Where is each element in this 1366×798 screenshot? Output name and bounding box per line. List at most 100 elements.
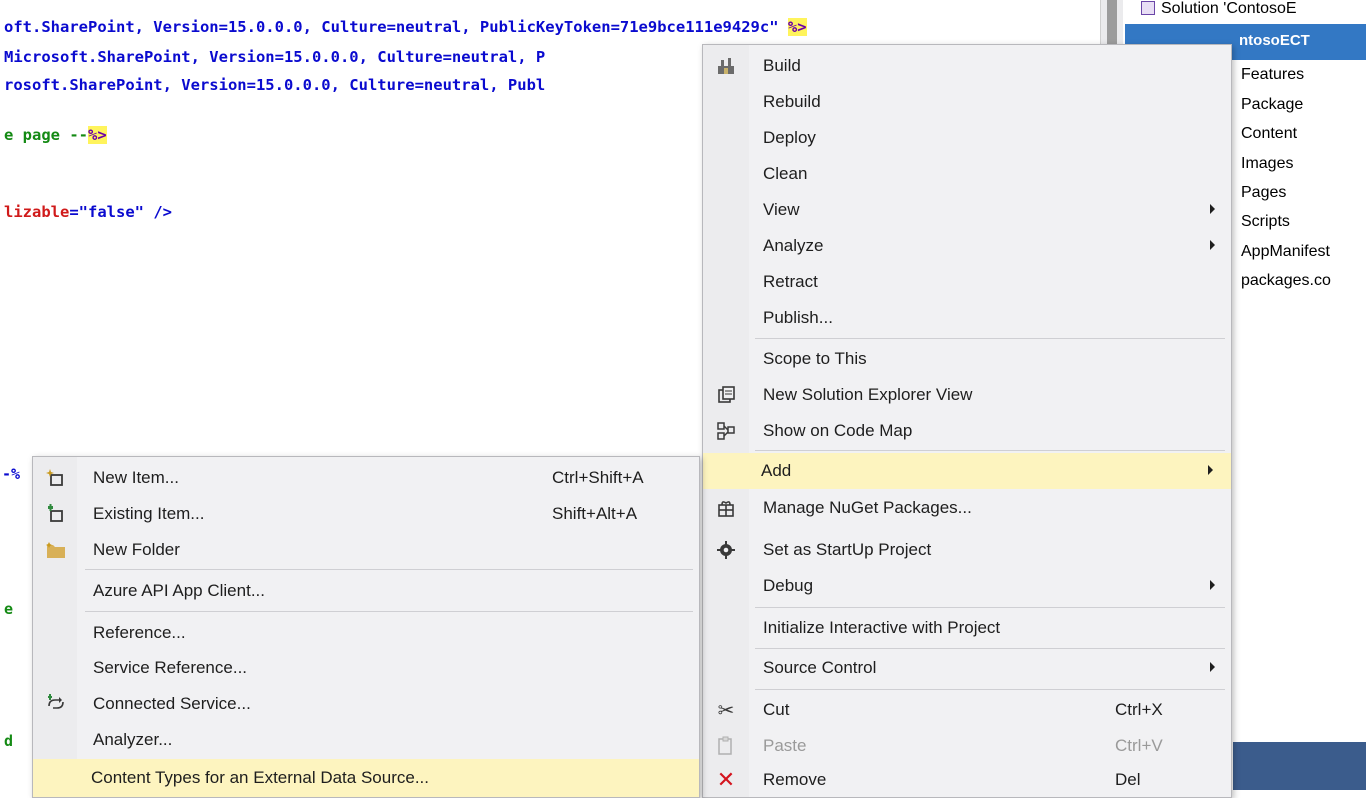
paste-icon <box>715 735 737 757</box>
menu-item-add-label: Add <box>761 461 792 480</box>
menu-item-source-control-label: Source Control <box>763 658 877 677</box>
tree-item-images[interactable]: Images <box>1241 155 1293 173</box>
code-line-1: oft.SharePoint, Version=15.0.0.0, Cultur… <box>4 18 807 36</box>
menu-item-init-interactive-label: Initialize Interactive with Project <box>763 618 1001 637</box>
menu-item-remove[interactable]: ✕ Remove Del <box>705 763 1229 797</box>
submenu-arrow-icon <box>1210 240 1215 250</box>
submenu-arrow-icon <box>1208 465 1213 475</box>
menu-item-connected-service-label: Connected Service... <box>93 694 251 713</box>
solution-explorer-footer <box>1233 742 1366 790</box>
menu-item-existing-item-label: Existing Item... <box>93 504 205 523</box>
scissors-icon: ✂ <box>717 699 735 722</box>
existing-item-icon <box>45 503 67 525</box>
menu-item-manage-nuget[interactable]: Manage NuGet Packages... <box>705 491 1229 525</box>
menu-item-set-startup[interactable]: Set as StartUp Project <box>705 533 1229 567</box>
code-line-1-text: oft.SharePoint, Version=15.0.0.0, Cultur… <box>4 18 788 36</box>
menu-item-clean[interactable]: Clean <box>705 157 1229 191</box>
menu-item-view-label: View <box>763 200 800 219</box>
menu-item-new-solution-explorer-view[interactable]: New Solution Explorer View <box>705 378 1229 412</box>
menu-item-code-map-label: Show on Code Map <box>763 421 913 440</box>
menu-item-rebuild[interactable]: Rebuild <box>705 85 1229 119</box>
tree-item-pages[interactable]: Pages <box>1241 184 1286 202</box>
code-line-5-attr: lizable <box>4 203 70 221</box>
solution-root[interactable]: Solution 'ContosoE <box>1141 0 1297 24</box>
code-line-3: rosoft.SharePoint, Version=15.0.0.0, Cul… <box>4 76 546 94</box>
tree-item-packages-config[interactable]: packages.co <box>1241 272 1331 290</box>
solution-icon <box>1141 1 1155 15</box>
menu-item-new-item-label: New Item... <box>93 468 179 487</box>
code-line-5: lizable="false" /> <box>4 203 172 221</box>
code-fragment-add: -% <box>2 465 20 483</box>
menu-item-nuget-label: Manage NuGet Packages... <box>763 498 972 517</box>
menu-item-cut-shortcut: Ctrl+X <box>1115 700 1163 719</box>
menu-item-retract-label: Retract <box>763 272 818 291</box>
menu-separator <box>755 648 1225 649</box>
menu-item-deploy-label: Deploy <box>763 128 816 147</box>
menu-item-new-item[interactable]: New Item... Ctrl+Shift+A <box>35 461 697 495</box>
menu-separator <box>755 338 1225 339</box>
build-icon <box>715 55 737 77</box>
new-view-icon <box>715 384 737 406</box>
menu-separator <box>85 611 693 612</box>
menu-item-reference[interactable]: Reference... <box>35 616 697 650</box>
menu-item-debug[interactable]: Debug <box>705 569 1229 603</box>
menu-item-analyze[interactable]: Analyze <box>705 229 1229 263</box>
project-context-menu: Build Rebuild Deploy Clean View Analyze … <box>702 44 1232 798</box>
menu-item-retract[interactable]: Retract <box>705 265 1229 299</box>
tree-item-scripts[interactable]: Scripts <box>1241 213 1290 231</box>
code-line-4-text: e page -- <box>4 126 88 144</box>
menu-item-existing-item[interactable]: Existing Item... Shift+Alt+A <box>35 497 697 531</box>
menu-item-remove-shortcut: Del <box>1115 770 1141 789</box>
menu-item-existing-item-shortcut: Shift+Alt+A <box>552 504 638 523</box>
menu-item-new-view-label: New Solution Explorer View <box>763 385 973 404</box>
menu-item-reference-label: Reference... <box>93 623 186 642</box>
menu-item-azure-label: Azure API App Client... <box>93 581 265 600</box>
menu-item-analyze-label: Analyze <box>763 236 824 255</box>
menu-item-rebuild-label: Rebuild <box>763 92 821 111</box>
gear-icon <box>715 539 737 561</box>
menu-item-connected-service[interactable]: Connected Service... <box>35 687 697 721</box>
tree-item-features[interactable]: Features <box>1241 66 1304 84</box>
menu-item-scope-to-this[interactable]: Scope to This <box>705 342 1229 376</box>
submenu-arrow-icon <box>1210 204 1215 214</box>
menu-item-source-control[interactable]: Source Control <box>705 651 1229 685</box>
code-line-4-tag: %> <box>88 126 107 144</box>
code-line-1-tag: %> <box>787 18 807 36</box>
menu-item-debug-label: Debug <box>763 576 814 595</box>
code-fragment-d: d <box>4 732 14 750</box>
menu-item-content-types-label: Content Types for an External Data Sourc… <box>91 768 429 787</box>
code-map-icon <box>715 420 737 442</box>
menu-item-build-label: Build <box>763 56 801 75</box>
menu-item-analyzer[interactable]: Analyzer... <box>35 723 697 757</box>
tree-item-appmanifest[interactable]: AppManifest <box>1241 243 1330 261</box>
add-submenu: New Item... Ctrl+Shift+A Existing Item..… <box>32 456 700 798</box>
folder-icon <box>45 539 67 561</box>
menu-item-deploy[interactable]: Deploy <box>705 121 1229 155</box>
menu-item-new-folder[interactable]: New Folder <box>35 533 697 567</box>
code-line-5-value: ="false" /> <box>69 203 172 221</box>
submenu-arrow-icon <box>1210 662 1215 672</box>
menu-item-show-on-code-map[interactable]: Show on Code Map <box>705 414 1229 448</box>
menu-item-publish[interactable]: Publish... <box>705 301 1229 335</box>
nuget-icon <box>715 497 737 519</box>
menu-item-service-reference[interactable]: Service Reference... <box>35 651 697 685</box>
menu-item-content-types-external[interactable]: Content Types for an External Data Sourc… <box>33 759 699 797</box>
menu-item-service-ref-label: Service Reference... <box>93 658 248 677</box>
menu-item-cut[interactable]: ✂ Cut Ctrl+X <box>705 693 1229 727</box>
menu-item-initialize-interactive[interactable]: Initialize Interactive with Project <box>705 611 1229 645</box>
menu-item-analyzer-label: Analyzer... <box>93 730 173 749</box>
code-line-4: e page --%> <box>4 126 107 144</box>
code-line-2: Microsoft.SharePoint, Version=15.0.0.0, … <box>4 48 546 66</box>
menu-item-add[interactable]: Add <box>703 453 1231 489</box>
menu-item-view[interactable]: View <box>705 193 1229 227</box>
menu-item-build[interactable]: Build <box>705 49 1229 83</box>
tree-item-content[interactable]: Content <box>1241 125 1297 143</box>
menu-item-paste-label: Paste <box>763 736 807 755</box>
menu-item-remove-label: Remove <box>763 770 827 789</box>
remove-icon: ✕ <box>716 767 736 792</box>
menu-item-paste[interactable]: Paste Ctrl+V <box>705 729 1229 763</box>
tree-item-package[interactable]: Package <box>1241 96 1303 114</box>
menu-item-clean-label: Clean <box>763 164 808 183</box>
menu-separator <box>755 450 1225 451</box>
menu-item-azure-api-client[interactable]: Azure API App Client... <box>35 574 697 608</box>
